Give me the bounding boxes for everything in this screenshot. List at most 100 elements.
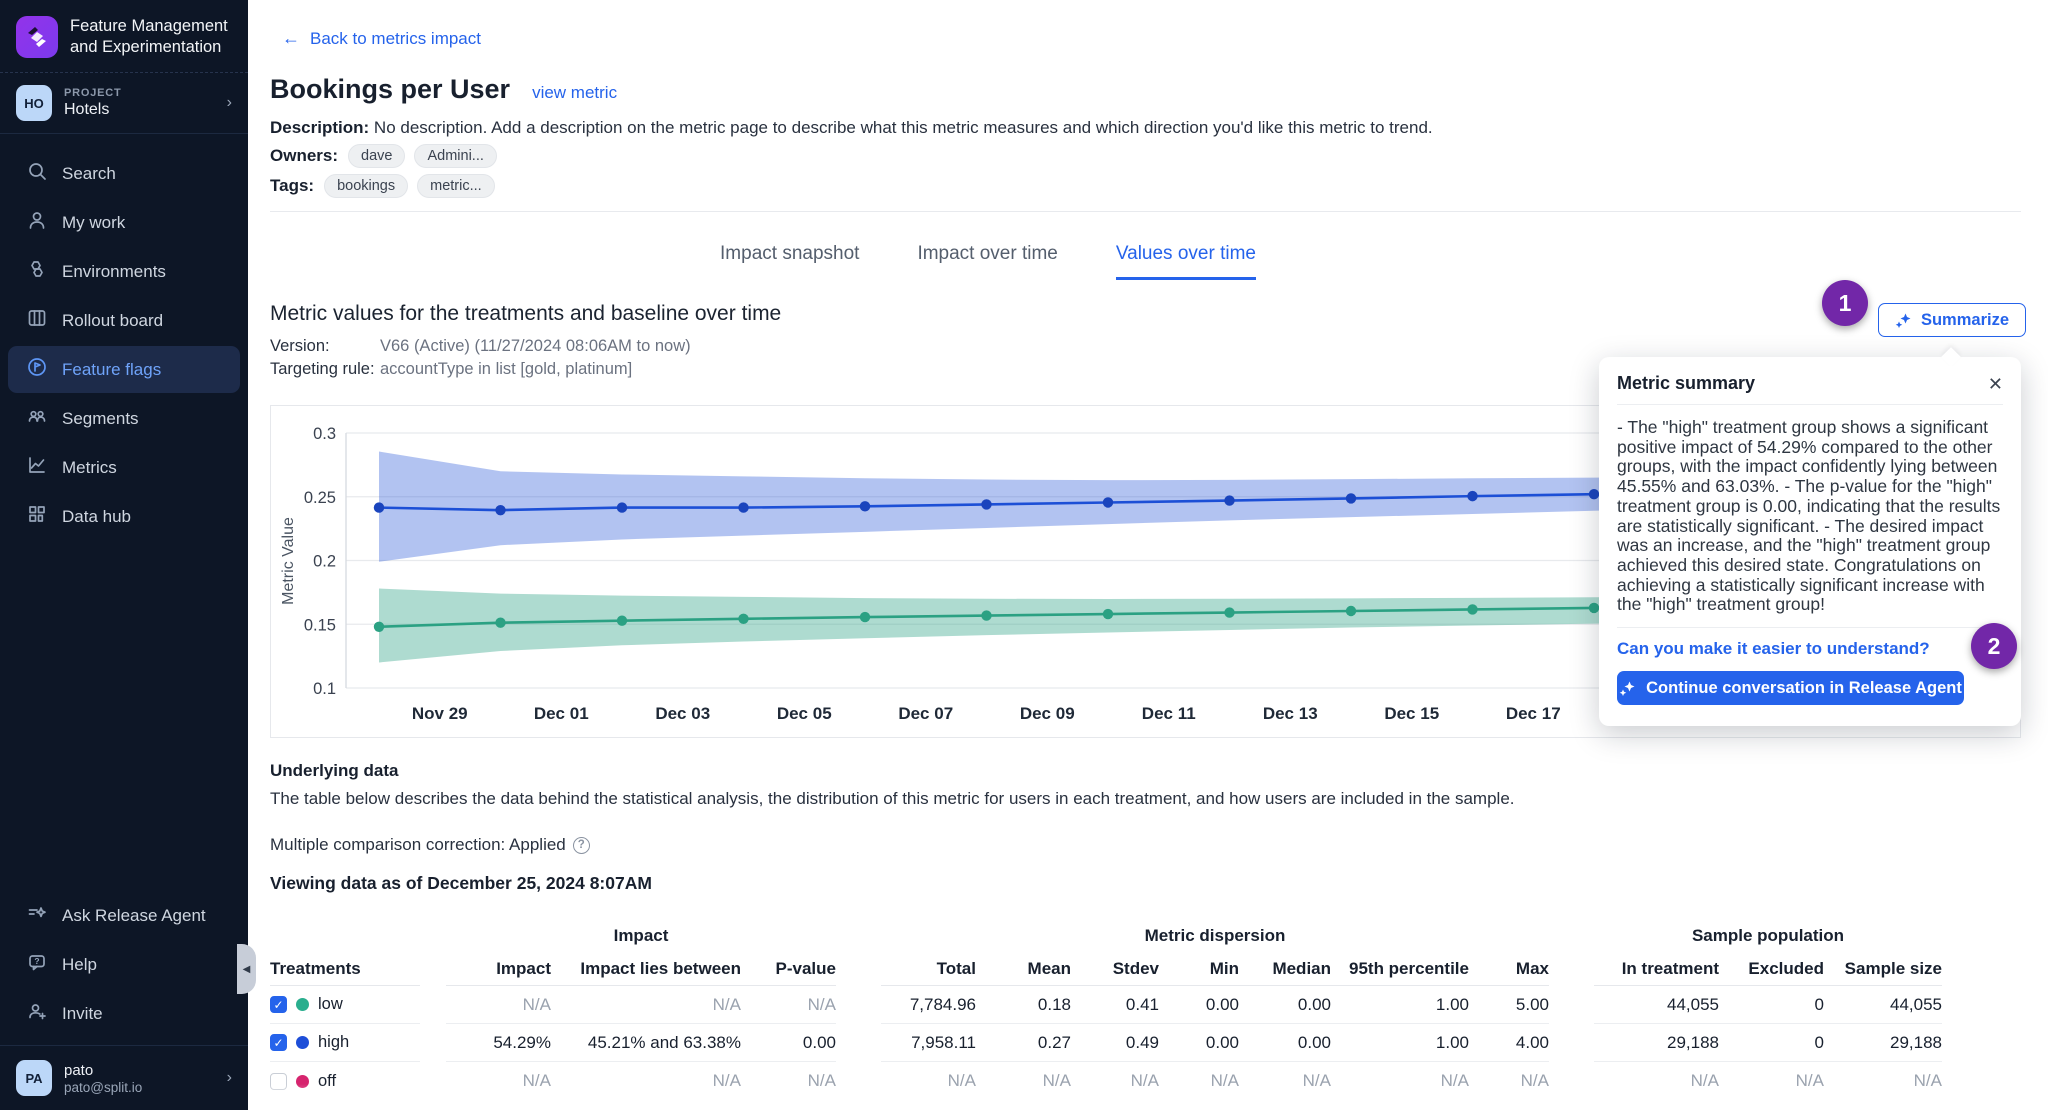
project-switcher[interactable]: HO PROJECT Hotels › bbox=[0, 73, 248, 134]
table-cell: 0.49 bbox=[1071, 1033, 1159, 1053]
table-cell: N/A bbox=[446, 995, 551, 1015]
column-header: In treatment bbox=[1594, 959, 1719, 979]
treatment-checkbox-high[interactable]: ✓ bbox=[270, 1034, 287, 1051]
column-header: Median bbox=[1239, 959, 1331, 979]
sidebar-item-label: Environments bbox=[62, 262, 166, 282]
column-header: Sample size bbox=[1824, 959, 1942, 979]
table-cell: 0.27 bbox=[976, 1033, 1071, 1053]
tags-label: Tags: bbox=[270, 176, 314, 196]
owner-pill[interactable]: dave bbox=[348, 144, 405, 168]
sidebar-item-invite[interactable]: Invite bbox=[8, 990, 240, 1037]
table-cell: 0.41 bbox=[1071, 995, 1159, 1015]
sidebar-item-label: Data hub bbox=[62, 507, 131, 527]
table-cell: 29,188 bbox=[1594, 1033, 1719, 1053]
section-heading: Metric values for the treatments and bas… bbox=[270, 302, 781, 326]
tag-pill[interactable]: bookings bbox=[324, 174, 408, 198]
column-header: Treatments bbox=[270, 959, 420, 979]
summarize-label: Summarize bbox=[1921, 311, 2009, 330]
chevron-right-icon: › bbox=[227, 1069, 232, 1087]
owner-pill[interactable]: Admini... bbox=[414, 144, 496, 168]
user-email: pato@split.io bbox=[64, 1080, 215, 1095]
column-header: P-value bbox=[741, 959, 836, 979]
user-menu[interactable]: PA pato pato@split.io › bbox=[0, 1045, 248, 1110]
segments-icon bbox=[26, 405, 48, 432]
column-header: Max bbox=[1469, 959, 1549, 979]
sidebar-item-label: My work bbox=[62, 213, 125, 233]
table-group-label: Sample population bbox=[1594, 926, 1942, 952]
popup-followup-link[interactable]: Can you make it easier to understand? bbox=[1617, 639, 2003, 659]
description-label: Description: bbox=[270, 118, 369, 137]
metric-summary-popup: Metric summary ✕ - The "high" treatment … bbox=[1599, 357, 2021, 726]
column-header: Impact lies between bbox=[551, 959, 741, 979]
treatment-color-dot bbox=[296, 1036, 309, 1049]
sidebar-item-help[interactable]: ? Help bbox=[8, 941, 240, 988]
sidebar-item-feature-flags[interactable]: Feature flags bbox=[8, 346, 240, 393]
user-name: pato bbox=[64, 1062, 215, 1079]
invite-icon bbox=[26, 1000, 48, 1027]
continue-conversation-label: Continue conversation in Release Agent bbox=[1646, 679, 1962, 698]
feature-flags-icon bbox=[26, 356, 48, 383]
annotation-badge-1: 1 bbox=[1822, 280, 1868, 326]
table-cell: 0 bbox=[1719, 995, 1824, 1015]
column-header: Total bbox=[881, 959, 976, 979]
treatment-checkbox-low[interactable]: ✓ bbox=[270, 996, 287, 1013]
tag-pill[interactable]: metric... bbox=[417, 174, 495, 198]
tab-impact-snapshot[interactable]: Impact snapshot bbox=[720, 243, 859, 280]
svg-text:Dec 03: Dec 03 bbox=[655, 704, 710, 723]
table-header-row: TreatmentsImpactImpact lies betweenP-val… bbox=[270, 952, 1990, 986]
table-cell: 0 bbox=[1719, 1033, 1824, 1053]
tab-impact-over-time[interactable]: Impact over time bbox=[917, 243, 1057, 280]
sparkles-icon bbox=[1619, 680, 1636, 697]
svg-text:Dec 11: Dec 11 bbox=[1142, 704, 1196, 723]
table-cell: N/A bbox=[741, 995, 836, 1015]
sidebar-nav: Search My work Environments Rollout boar… bbox=[0, 134, 248, 556]
sidebar-item-my-work[interactable]: My work bbox=[8, 199, 240, 246]
underlying-data-table: Impact Metric dispersion Sample population… bbox=[270, 926, 1990, 1100]
sidebar-item-ask-release-agent[interactable]: Ask Release Agent bbox=[8, 892, 240, 939]
sidebar-item-label: Metrics bbox=[62, 458, 117, 478]
sidebar-collapse-handle[interactable]: ◀ bbox=[237, 944, 256, 994]
tab-values-over-time[interactable]: Values over time bbox=[1116, 243, 1256, 280]
sidebar-item-metrics[interactable]: Metrics bbox=[8, 444, 240, 491]
viewing-data-timestamp: Viewing data as of December 25, 2024 8:0… bbox=[270, 873, 652, 894]
sidebar-item-data-hub[interactable]: Data hub bbox=[8, 493, 240, 540]
svg-text:Dec 13: Dec 13 bbox=[1263, 704, 1318, 723]
table-cell: 44,055 bbox=[1594, 995, 1719, 1015]
table-cell: 7,784.96 bbox=[881, 995, 976, 1015]
sidebar-item-segments[interactable]: Segments bbox=[8, 395, 240, 442]
popup-caret bbox=[1941, 347, 1961, 367]
svg-text:Dec 09: Dec 09 bbox=[1020, 704, 1075, 723]
table-group-label: Impact bbox=[446, 926, 836, 952]
targeting-rule-value: accountType in list [gold, platinum] bbox=[380, 360, 632, 379]
sidebar-item-rollout-board[interactable]: Rollout board bbox=[8, 297, 240, 344]
column-header: 95th percentile bbox=[1331, 959, 1469, 979]
table-cell: 4.00 bbox=[1469, 1033, 1549, 1053]
column-header: Stdev bbox=[1071, 959, 1159, 979]
view-metric-link[interactable]: view metric bbox=[532, 83, 617, 103]
close-icon[interactable]: ✕ bbox=[1988, 375, 2003, 393]
underlying-data-heading: Underlying data bbox=[270, 761, 398, 781]
info-icon[interactable]: ? bbox=[573, 837, 590, 854]
continue-conversation-button[interactable]: Continue conversation in Release Agent bbox=[1617, 671, 1964, 705]
owners-label: Owners: bbox=[270, 146, 338, 166]
popup-summary-text: - The "high" treatment group shows a sig… bbox=[1617, 405, 2003, 628]
svg-text:Dec 05: Dec 05 bbox=[777, 704, 832, 723]
sidebar-item-label: Search bbox=[62, 164, 116, 184]
svg-text:?: ? bbox=[34, 956, 39, 966]
table-cell: 0.00 bbox=[1159, 1033, 1239, 1053]
split-logo-icon bbox=[16, 16, 58, 58]
table-group-label: Metric dispersion bbox=[881, 926, 1549, 952]
svg-text:0.2: 0.2 bbox=[313, 553, 336, 571]
chevron-right-icon: › bbox=[227, 94, 232, 112]
back-to-metrics-link[interactable]: ← Back to metrics impact bbox=[282, 28, 481, 49]
summarize-button[interactable]: Summarize bbox=[1878, 303, 2026, 337]
owners-row: Owners: dave Admini... bbox=[270, 144, 497, 168]
app-root: Feature Management and Experimentation H… bbox=[0, 0, 2048, 1110]
version-row: Version: V66 (Active) (11/27/2024 08:06A… bbox=[270, 337, 691, 356]
sidebar-item-search[interactable]: Search bbox=[8, 150, 240, 197]
release-agent-icon bbox=[26, 902, 48, 929]
sidebar-item-environments[interactable]: Environments bbox=[8, 248, 240, 295]
header-divider bbox=[270, 211, 2021, 212]
svg-text:0.15: 0.15 bbox=[304, 616, 336, 634]
project-name: Hotels bbox=[64, 101, 215, 119]
